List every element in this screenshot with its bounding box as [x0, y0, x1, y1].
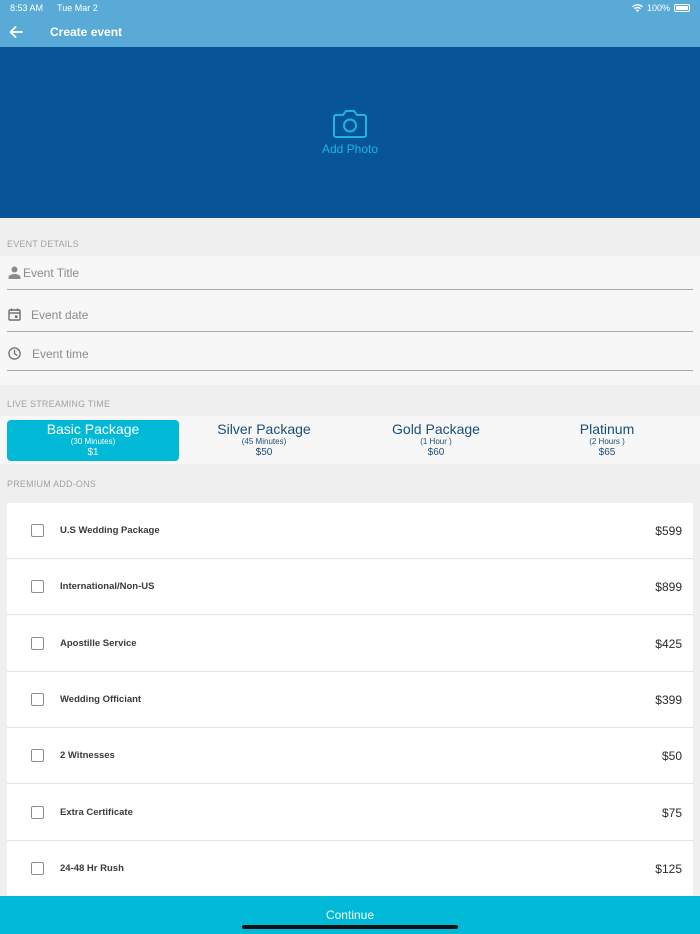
addon-row[interactable]: 2 Witnesses $50 — [7, 728, 693, 784]
addon-checkbox[interactable] — [31, 806, 44, 819]
wifi-icon — [631, 4, 643, 12]
page-title: Create event — [50, 24, 123, 39]
nav-bar: Create event — [0, 16, 700, 47]
home-indicator — [242, 925, 458, 929]
addon-row[interactable]: 24-48 Hr Rush $125 — [7, 841, 693, 896]
add-photo-label: Add Photo — [321, 142, 379, 156]
event-time-field[interactable]: Event time — [7, 337, 693, 371]
calendar-icon — [7, 308, 21, 322]
addon-row[interactable]: U.S Wedding Package $599 — [7, 503, 693, 559]
addon-checkbox[interactable] — [31, 693, 44, 706]
package-basic[interactable]: Basic Package (30 Minutes) $1 — [7, 420, 179, 461]
addon-name: 24-48 Hr Rush — [60, 863, 124, 874]
event-title-field[interactable]: Event Title — [7, 256, 693, 290]
package-price: $1 — [87, 447, 99, 458]
package-duration: (2 Hours ) — [589, 437, 625, 446]
addon-price: $399 — [655, 692, 682, 707]
package-gold[interactable]: Gold Package (1 Hour ) $60 — [350, 420, 522, 461]
addon-checkbox[interactable] — [31, 749, 44, 762]
package-name: Gold Package — [392, 421, 480, 437]
package-name: Platinum — [579, 421, 635, 437]
addon-checkbox[interactable] — [31, 862, 44, 875]
event-date-input[interactable]: Event date — [31, 308, 88, 322]
addon-name: International/Non-US — [60, 581, 155, 592]
addon-row[interactable]: Apostille Service $425 — [7, 616, 693, 672]
addon-price: $75 — [661, 805, 682, 820]
status-time: 8:53 AM — [10, 3, 44, 13]
event-details-header: EVENT DETAILS — [7, 239, 79, 249]
addon-price: $425 — [655, 636, 682, 651]
event-details-form: Event Title Event date Event time — [0, 256, 700, 385]
event-date-field[interactable]: Event date — [7, 298, 693, 332]
status-bar: 8:53 AM Tue Mar 2 100% — [0, 0, 700, 16]
person-icon — [7, 266, 21, 280]
addons-list: U.S Wedding Package $599 International/N… — [7, 503, 693, 896]
package-selector: Basic Package (30 Minutes) $1 Silver Pac… — [0, 416, 700, 464]
addon-name: U.S Wedding Package — [60, 525, 160, 536]
clock-icon — [7, 347, 21, 361]
status-right: 100% — [631, 3, 690, 13]
addon-row[interactable]: Wedding Officiant $399 — [7, 672, 693, 728]
package-price: $60 — [427, 447, 445, 458]
package-duration: (30 Minutes) — [70, 437, 116, 446]
battery-percent: 100% — [646, 3, 670, 13]
add-photo-button[interactable]: Add Photo — [322, 109, 378, 156]
addon-checkbox[interactable] — [31, 580, 44, 593]
camera-icon — [332, 110, 367, 138]
addon-name: 2 Witnesses — [60, 750, 115, 761]
event-title-input[interactable]: Event Title — [23, 266, 79, 280]
addon-name: Wedding Officiant — [60, 694, 142, 705]
streaming-header: LIVE STREAMING TIME — [7, 399, 111, 409]
package-price: $65 — [598, 447, 616, 458]
package-platinum[interactable]: Platinum (2 Hours ) $65 — [521, 420, 693, 461]
addon-name: Apostille Service — [60, 638, 137, 649]
battery-icon — [674, 4, 690, 12]
package-name: Silver Package — [217, 421, 311, 437]
addon-price: $599 — [655, 523, 682, 538]
addon-row[interactable]: International/Non-US $899 — [7, 559, 693, 615]
arrow-left-icon — [9, 25, 23, 38]
package-price: $50 — [255, 447, 273, 458]
event-time-input[interactable]: Event time — [32, 347, 89, 361]
package-duration: (45 Minutes) — [241, 437, 287, 446]
addon-name: Extra Certificate — [60, 807, 133, 818]
addon-price: $125 — [655, 861, 682, 876]
package-silver[interactable]: Silver Package (45 Minutes) $50 — [178, 420, 350, 461]
addon-checkbox[interactable] — [31, 524, 44, 537]
addons-header: PREMIUM ADD-ONS — [7, 479, 97, 489]
addon-row[interactable]: Extra Certificate $75 — [7, 785, 693, 841]
back-button[interactable] — [0, 16, 32, 47]
addon-price: $899 — [655, 579, 682, 594]
package-duration: (1 Hour ) — [420, 437, 452, 446]
addon-price: $50 — [661, 748, 682, 763]
addon-checkbox[interactable] — [31, 637, 44, 650]
photo-area: Add Photo — [0, 47, 700, 218]
status-date: Tue Mar 2 — [57, 3, 98, 13]
package-name: Basic Package — [46, 421, 140, 437]
